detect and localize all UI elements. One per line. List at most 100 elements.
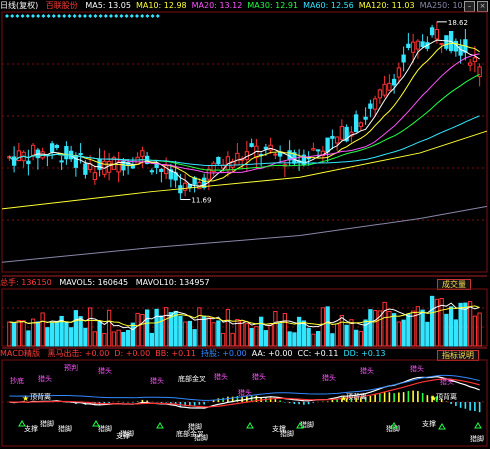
volume-bar bbox=[401, 319, 406, 347]
macd-annotation: 猎脚 bbox=[120, 429, 134, 438]
candlestick bbox=[249, 143, 254, 147]
volume-bar bbox=[7, 321, 12, 347]
volume-bar bbox=[220, 332, 226, 347]
volume-bar bbox=[187, 320, 193, 347]
volume-bar bbox=[230, 332, 235, 347]
star-icon: ★ bbox=[22, 394, 29, 403]
volume-bar bbox=[244, 323, 250, 347]
volume-bar bbox=[396, 321, 402, 347]
volume-bar bbox=[125, 329, 131, 347]
volume-bar bbox=[363, 319, 368, 347]
macd-annotation: 猎脚 bbox=[40, 419, 54, 428]
signal-diamond bbox=[25, 14, 30, 18]
macd-annotation: 猎脚 bbox=[58, 424, 72, 433]
volume-bar bbox=[239, 320, 245, 347]
candlestick bbox=[263, 146, 269, 150]
volume-bar bbox=[325, 306, 330, 347]
candlestick bbox=[315, 149, 321, 152]
signal-diamond bbox=[46, 14, 51, 18]
signal-triangle bbox=[156, 422, 164, 429]
signal-diamond bbox=[155, 14, 160, 18]
volume-bar bbox=[97, 320, 102, 347]
candlestick bbox=[73, 154, 79, 168]
volume-bar bbox=[263, 330, 269, 347]
signal-diamond bbox=[51, 14, 56, 18]
volume-bar bbox=[73, 310, 79, 347]
volume-bar bbox=[87, 307, 93, 347]
signal-triangle bbox=[92, 420, 100, 427]
signal-triangle bbox=[474, 422, 482, 429]
volume-bar bbox=[368, 309, 373, 347]
volume-bar bbox=[83, 327, 88, 347]
signal-diamond bbox=[114, 14, 119, 18]
candlestick bbox=[206, 168, 212, 180]
volume-bar bbox=[68, 327, 74, 347]
macd-annotation: 猎头 bbox=[214, 372, 228, 381]
candlestick bbox=[382, 83, 387, 96]
candlestick bbox=[439, 42, 444, 45]
volume-bar bbox=[121, 331, 126, 347]
signal-diamond bbox=[129, 14, 134, 18]
volume-bar bbox=[301, 320, 307, 347]
candlestick bbox=[334, 136, 340, 144]
volume-bar bbox=[144, 309, 150, 347]
macd-annotation: 猎头 bbox=[360, 366, 374, 375]
macd-annotation: 猎脚 bbox=[470, 434, 484, 443]
low-price-label: 11.69 bbox=[191, 197, 211, 205]
volume-bar bbox=[135, 312, 140, 347]
ma-line bbox=[9, 42, 480, 182]
candlestick bbox=[54, 144, 60, 149]
candlestick bbox=[467, 62, 473, 66]
candlestick bbox=[140, 150, 145, 157]
volume-bar bbox=[358, 330, 364, 347]
volume-bar bbox=[111, 331, 117, 347]
volume-bar bbox=[78, 316, 83, 347]
candlestick bbox=[391, 78, 397, 86]
candlestick bbox=[472, 57, 478, 62]
volume-bar bbox=[178, 315, 183, 347]
volume-bar bbox=[330, 333, 335, 347]
volume-bar bbox=[382, 301, 387, 347]
candlestick bbox=[330, 135, 335, 139]
signal-diamond bbox=[83, 14, 87, 18]
signal-diamond bbox=[109, 14, 113, 18]
volume-bar bbox=[149, 332, 155, 347]
volume-bar bbox=[292, 332, 297, 347]
signal-diamond bbox=[72, 14, 77, 18]
volume-bar bbox=[182, 321, 188, 347]
macd-annotation: 支撑 bbox=[24, 424, 38, 433]
volume-bar bbox=[249, 327, 254, 347]
signal-diamond bbox=[140, 14, 145, 18]
candlestick bbox=[387, 82, 392, 91]
candlestick bbox=[339, 126, 345, 140]
stock-chart[interactable]: 18.6211.69抄底预判猎头猎头猎头 猎头猎头猎头 猎头猎头 猎头猎头底部金叉底部… bbox=[0, 0, 490, 449]
candlestick bbox=[83, 163, 88, 175]
star-icon: ★ bbox=[340, 394, 347, 403]
candlestick bbox=[377, 89, 383, 99]
signal-diamond bbox=[124, 14, 129, 18]
macd-annotation: 顶背离 bbox=[30, 392, 51, 401]
volume-bar bbox=[130, 322, 136, 347]
volume-bar bbox=[472, 315, 478, 347]
volume-bar bbox=[140, 313, 145, 347]
macd-annotation: 预判 bbox=[64, 363, 78, 372]
candlestick bbox=[78, 153, 83, 156]
macd-annotation: 猎头 bbox=[252, 372, 266, 381]
candlestick bbox=[434, 29, 440, 40]
macd-annotation: 猎头 bbox=[238, 388, 252, 397]
signal-diamond bbox=[145, 14, 150, 18]
volume-bar bbox=[192, 329, 197, 347]
signal-diamond bbox=[10, 14, 15, 18]
volume-bar bbox=[92, 331, 98, 347]
candlestick bbox=[49, 143, 55, 153]
volume-bar bbox=[173, 310, 178, 347]
volume-bar bbox=[54, 321, 60, 347]
volume-bar bbox=[453, 319, 459, 347]
signal-diamond bbox=[98, 14, 103, 18]
candlestick bbox=[59, 160, 64, 163]
signal-diamond bbox=[41, 14, 46, 18]
candlestick bbox=[444, 35, 449, 49]
volume-bar bbox=[49, 322, 55, 347]
signal-diamond bbox=[5, 14, 9, 18]
signal-diamond bbox=[103, 14, 108, 18]
